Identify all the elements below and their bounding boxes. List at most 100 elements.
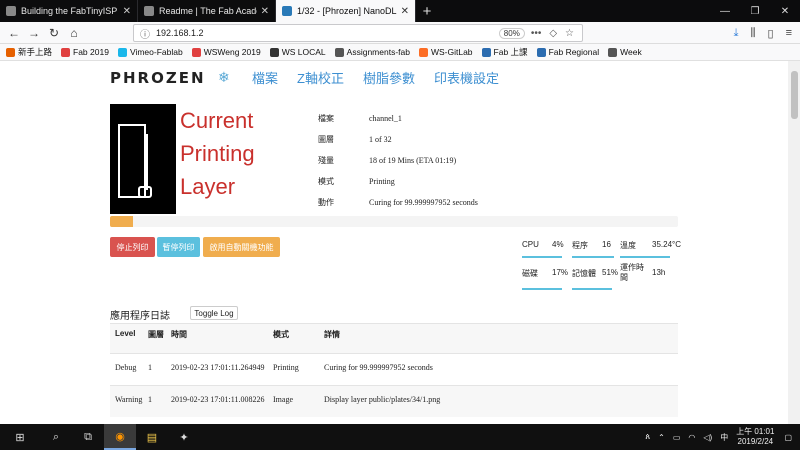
bookmark-item[interactable]: Assignments-fab	[334, 47, 410, 57]
stat-proc-value: 16	[602, 240, 611, 249]
chevron-up-icon[interactable]: ⌃	[658, 433, 665, 442]
current-layer-title: Current Printing Layer	[180, 108, 255, 199]
bookmark-item[interactable]: WS-GitLab	[418, 47, 473, 57]
bookmark-item[interactable]: WSWeng 2019	[191, 47, 261, 57]
file-explorer-icon[interactable]: ▤	[136, 424, 168, 450]
windows-start-icon[interactable]: ⊞	[0, 424, 40, 450]
toggle-log-button[interactable]: Toggle Log	[190, 306, 238, 320]
table-row: Debug 1 2019-02-23 17:01:11.264949 Print…	[110, 353, 678, 385]
bookmark-item[interactable]: Fab 2019	[61, 47, 109, 57]
window-controls: — ❐ ✕	[710, 0, 800, 22]
bookmark-item[interactable]: 新手上路	[6, 46, 52, 58]
page-scrollbar[interactable]	[788, 61, 800, 424]
people-icon[interactable]: ጰ	[645, 432, 650, 442]
back-icon[interactable]: ←	[4, 26, 24, 40]
tab-favicon-icon	[144, 6, 154, 16]
bookmark-star-icon[interactable]: ☆	[565, 28, 574, 39]
pause-print-button[interactable]: 暫停列印	[157, 237, 200, 257]
browser-tab[interactable]: Building the FabTinyISP ✕	[0, 0, 138, 22]
bookmark-item[interactable]: Fab 上課	[481, 46, 528, 58]
url-text[interactable]: 192.168.1.2	[156, 28, 499, 38]
tab-title: Readme | The Fab Academy F	[159, 6, 257, 16]
nav-z-calibration[interactable]: Z軸校正	[297, 68, 344, 87]
nav-resin-profiles[interactable]: 樹脂參數	[363, 68, 415, 87]
task-view-icon[interactable]: ⧉	[72, 424, 104, 450]
stat-uptime-value: 13h	[652, 268, 666, 277]
toolbar-right: ⤓ ⫼ ▯ ≡	[722, 22, 792, 44]
book-icon	[608, 47, 618, 57]
scrollbar-thumb[interactable]	[791, 71, 798, 119]
stat-cpu-value: 4%	[552, 240, 564, 249]
stat-mem-label: 記憶體	[572, 269, 596, 278]
page-content: PHROZEN ❄ 檔案 Z軸校正 樹脂參數 印表機設定 Current Pri…	[0, 61, 788, 424]
print-status-table: 檔案 channel_1 圖層 1 of 32 殘量 18 of 19 Mins (E…	[318, 108, 478, 213]
tab-title: Building the FabTinyISP	[21, 6, 118, 16]
bookmark-item[interactable]: WS LOCAL	[269, 47, 326, 57]
search-icon[interactable]: ⌕	[40, 424, 72, 450]
close-tab-icon[interactable]: ✕	[261, 6, 269, 17]
auto-shutdown-button[interactable]: 啟用自動關機功能	[203, 237, 280, 257]
site-info-icon[interactable]: ⓘ	[134, 26, 156, 41]
url-bar[interactable]: ⓘ 192.168.1.2 80% ••• ◇ ☆	[133, 24, 583, 42]
app-icon[interactable]: ✦	[168, 424, 200, 450]
close-window-icon[interactable]: ✕	[770, 0, 800, 22]
network-icon[interactable]: ▭	[673, 433, 681, 442]
bookmark-item[interactable]: Week	[608, 47, 642, 57]
tab-favicon-icon	[282, 6, 292, 16]
input-method-icon[interactable]: 中	[720, 432, 728, 443]
status-row-layer: 圖層 1 of 32	[318, 135, 392, 144]
brand-logo[interactable]: PHROZEN	[110, 69, 206, 87]
download-icon[interactable]: ⤓	[734, 27, 739, 40]
status-row-mode: 模式 Printing	[318, 177, 395, 186]
layer-preview-image	[110, 104, 176, 214]
wifi-icon[interactable]: ◠	[688, 433, 695, 442]
book-icon	[334, 47, 344, 57]
status-row-remaining: 殘量 18 of 19 Mins (ETA 01:19)	[318, 156, 457, 165]
bookmarks-bar: 新手上路 Fab 2019 Vimeo-Fablab WSWeng 2019 W…	[0, 44, 800, 61]
nav-files[interactable]: 檔案	[252, 68, 278, 87]
browser-tab-active[interactable]: 1/32 - [Phrozen] NanoDLP ✕	[276, 0, 416, 22]
nav-printer-settings[interactable]: 印表機設定	[434, 68, 499, 87]
minimize-icon[interactable]: —	[710, 0, 740, 22]
system-tray: ጰ ⌃ ▭ ◠ ◁) 中 上午 01:01 2019/2/24 ▢	[645, 424, 800, 450]
bookmark-icon	[6, 47, 15, 57]
close-tab-icon[interactable]: ✕	[401, 6, 409, 17]
volume-icon[interactable]: ◁)	[703, 433, 712, 442]
browser-tab[interactable]: Readme | The Fab Academy F ✕	[138, 0, 276, 22]
tab-favicon-icon	[6, 6, 16, 16]
stat-disk-value: 17%	[552, 268, 569, 277]
stat-proc-label: 程序	[572, 241, 588, 250]
temp-sparkline	[620, 256, 670, 258]
stop-print-button[interactable]: 停止列印	[110, 237, 155, 257]
menu-icon[interactable]: ≡	[786, 27, 792, 39]
table-row: Warning 1 2019-02-23 17:01:11.008226 Ima…	[110, 385, 678, 417]
stat-mem-value: 51%	[602, 268, 619, 277]
log-table: Level 圖層 時間 模式 詳情 Debug 1 2019-02-23 17:…	[110, 323, 678, 417]
library-icon[interactable]: ⫼	[750, 27, 755, 40]
progress-fill	[110, 216, 133, 227]
new-tab-button[interactable]: +	[416, 0, 438, 22]
bookmark-icon	[191, 47, 201, 57]
bookmark-item[interactable]: Fab Regional	[536, 47, 599, 57]
sidebar-icon[interactable]: ▯	[768, 27, 774, 40]
forward-icon[interactable]: →	[24, 26, 44, 40]
pocket-icon[interactable]: ◇	[549, 28, 557, 39]
vimeo-icon	[117, 47, 127, 57]
taskbar-clock[interactable]: 上午 01:01 2019/2/24	[736, 427, 774, 447]
firefox-icon[interactable]: ◉	[104, 424, 136, 450]
stat-temp-label: 溫度	[620, 241, 636, 250]
notifications-icon[interactable]: ▢	[784, 433, 792, 442]
close-tab-icon[interactable]: ✕	[123, 6, 131, 17]
zoom-level[interactable]: 80%	[498, 27, 525, 39]
app-log-title: 應用程序日誌	[110, 311, 170, 322]
status-row-action: 動作 Curing for 99.999997952 seconds	[318, 198, 478, 207]
maximize-icon[interactable]: ❐	[740, 0, 770, 22]
col-layer: 圖層	[148, 330, 164, 339]
home-icon[interactable]: ⌂	[64, 26, 84, 40]
reload-icon[interactable]: ↻	[44, 26, 64, 40]
disk-sparkline	[522, 288, 562, 290]
bookmark-item[interactable]: Vimeo-Fablab	[117, 47, 183, 57]
page-actions-icon[interactable]: •••	[531, 28, 542, 39]
stat-uptime-label: 運作時間	[620, 263, 644, 282]
print-progress-bar	[110, 216, 678, 227]
